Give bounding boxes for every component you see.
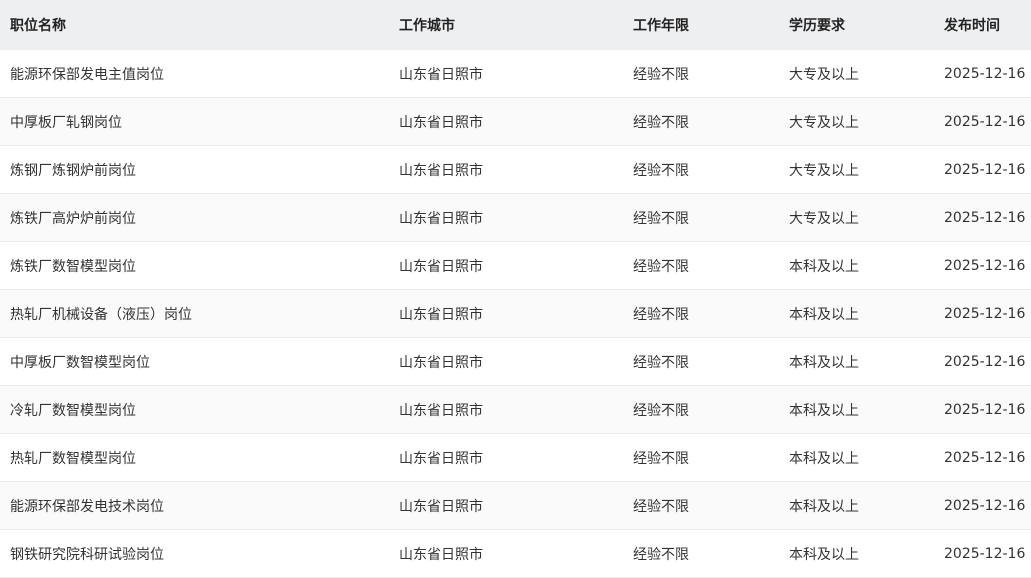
table-row[interactable]: 热轧厂数智模型岗位 山东省日照市 经验不限 本科及以上 2025-12-16 [0, 433, 1031, 482]
publish-date-cell: 2025-12-16 [935, 481, 1031, 530]
header-row: 职位名称 工作城市 工作年限 学历要求 发布时间 [0, 0, 1031, 50]
publish-date-cell: 2025-12-16 [935, 529, 1031, 578]
job-title-cell[interactable]: 炼钢厂炼钢炉前岗位 [0, 145, 389, 194]
city-cell: 山东省日照市 [389, 193, 623, 242]
city-cell: 山东省日照市 [389, 50, 623, 98]
table-header: 职位名称 工作城市 工作年限 学历要求 发布时间 [0, 0, 1031, 50]
header-education: 学历要求 [779, 0, 935, 50]
table-row[interactable]: 炼铁厂高炉炉前岗位 山东省日照市 经验不限 大专及以上 2025-12-16 [0, 193, 1031, 242]
education-cell: 本科及以上 [779, 481, 935, 530]
header-city: 工作城市 [389, 0, 623, 50]
city-cell: 山东省日照市 [389, 433, 623, 482]
city-cell: 山东省日照市 [389, 337, 623, 386]
publish-date-cell: 2025-12-16 [935, 193, 1031, 242]
table-row[interactable]: 炼钢厂炼钢炉前岗位 山东省日照市 经验不限 大专及以上 2025-12-16 [0, 145, 1031, 194]
table-row[interactable]: 中厚板厂轧钢岗位 山东省日照市 经验不限 大专及以上 2025-12-16 [0, 97, 1031, 146]
job-title-cell[interactable]: 冷轧厂数智模型岗位 [0, 385, 389, 434]
job-title-cell[interactable]: 中厚板厂数智模型岗位 [0, 337, 389, 386]
table-row[interactable]: 冷轧厂数智模型岗位 山东省日照市 经验不限 本科及以上 2025-12-16 [0, 385, 1031, 434]
job-title-cell[interactable]: 炼铁厂数智模型岗位 [0, 241, 389, 290]
experience-cell: 经验不限 [623, 337, 779, 386]
header-publish-date: 发布时间 [935, 0, 1031, 50]
job-list-table: 职位名称 工作城市 工作年限 学历要求 发布时间 能源环保部发电主值岗位 山东省日… [0, 0, 1031, 578]
experience-cell: 经验不限 [623, 193, 779, 242]
experience-cell: 经验不限 [623, 289, 779, 338]
experience-cell: 经验不限 [623, 145, 779, 194]
table-row[interactable]: 中厚板厂数智模型岗位 山东省日照市 经验不限 本科及以上 2025-12-16 [0, 337, 1031, 386]
table-row[interactable]: 钢铁研究院科研试验岗位 山东省日照市 经验不限 本科及以上 2025-12-16 [0, 529, 1031, 578]
city-cell: 山东省日照市 [389, 481, 623, 530]
experience-cell: 经验不限 [623, 481, 779, 530]
experience-cell: 经验不限 [623, 97, 779, 146]
table-row[interactable]: 热轧厂机械设备（液压）岗位 山东省日照市 经验不限 本科及以上 2025-12-16 [0, 289, 1031, 338]
city-cell: 山东省日照市 [389, 145, 623, 194]
publish-date-cell: 2025-12-16 [935, 337, 1031, 386]
city-cell: 山东省日照市 [389, 529, 623, 578]
job-title-cell[interactable]: 能源环保部发电主值岗位 [0, 50, 389, 98]
table-row[interactable]: 能源环保部发电主值岗位 山东省日照市 经验不限 大专及以上 2025-12-16 [0, 50, 1031, 98]
table-row[interactable]: 炼铁厂数智模型岗位 山东省日照市 经验不限 本科及以上 2025-12-16 [0, 241, 1031, 290]
publish-date-cell: 2025-12-16 [935, 50, 1031, 98]
education-cell: 本科及以上 [779, 289, 935, 338]
education-cell: 本科及以上 [779, 337, 935, 386]
table-body: 能源环保部发电主值岗位 山东省日照市 经验不限 大专及以上 2025-12-16 中厚板厂… [0, 50, 1031, 578]
experience-cell: 经验不限 [623, 529, 779, 578]
publish-date-cell: 2025-12-16 [935, 145, 1031, 194]
experience-cell: 经验不限 [623, 50, 779, 98]
experience-cell: 经验不限 [623, 241, 779, 290]
job-title-cell[interactable]: 热轧厂数智模型岗位 [0, 433, 389, 482]
education-cell: 本科及以上 [779, 529, 935, 578]
city-cell: 山东省日照市 [389, 289, 623, 338]
education-cell: 本科及以上 [779, 433, 935, 482]
education-cell: 本科及以上 [779, 241, 935, 290]
city-cell: 山东省日照市 [389, 241, 623, 290]
header-experience: 工作年限 [623, 0, 779, 50]
job-title-cell[interactable]: 能源环保部发电技术岗位 [0, 481, 389, 530]
job-title-cell[interactable]: 热轧厂机械设备（液压）岗位 [0, 289, 389, 338]
city-cell: 山东省日照市 [389, 97, 623, 146]
job-title-cell[interactable]: 钢铁研究院科研试验岗位 [0, 529, 389, 578]
education-cell: 本科及以上 [779, 385, 935, 434]
job-title-cell[interactable]: 中厚板厂轧钢岗位 [0, 97, 389, 146]
education-cell: 大专及以上 [779, 193, 935, 242]
education-cell: 大专及以上 [779, 97, 935, 146]
experience-cell: 经验不限 [623, 385, 779, 434]
table-row[interactable]: 能源环保部发电技术岗位 山东省日照市 经验不限 本科及以上 2025-12-16 [0, 481, 1031, 530]
publish-date-cell: 2025-12-16 [935, 97, 1031, 146]
experience-cell: 经验不限 [623, 433, 779, 482]
job-title-cell[interactable]: 炼铁厂高炉炉前岗位 [0, 193, 389, 242]
publish-date-cell: 2025-12-16 [935, 289, 1031, 338]
publish-date-cell: 2025-12-16 [935, 385, 1031, 434]
publish-date-cell: 2025-12-16 [935, 241, 1031, 290]
city-cell: 山东省日照市 [389, 385, 623, 434]
publish-date-cell: 2025-12-16 [935, 433, 1031, 482]
education-cell: 大专及以上 [779, 50, 935, 98]
header-job-title: 职位名称 [0, 0, 389, 50]
education-cell: 大专及以上 [779, 145, 935, 194]
